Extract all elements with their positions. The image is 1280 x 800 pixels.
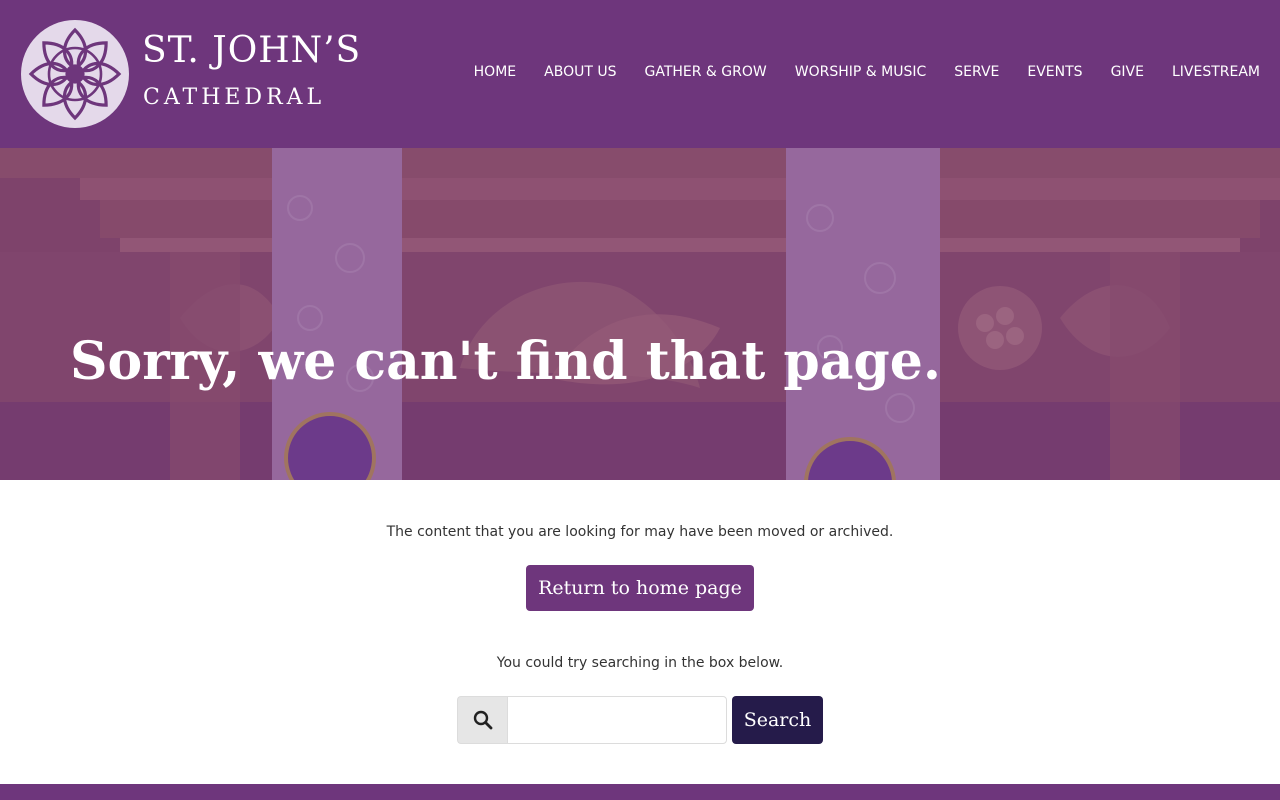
nav-item-serve[interactable]: SERVE — [954, 64, 999, 80]
site-logo[interactable]: ST. JOHN’S CATHEDRAL — [20, 19, 360, 129]
main-nav: HOME ABOUT US GATHER & GROW WORSHIP & MU… — [474, 64, 1260, 80]
nav-item-gather-grow[interactable]: GATHER & GROW — [644, 64, 766, 80]
footer-bar — [0, 784, 1280, 800]
nav-item-about-us[interactable]: ABOUT US — [544, 64, 616, 80]
magnifier-icon — [473, 710, 492, 730]
search-button[interactable]: Search — [732, 696, 823, 744]
site-name-line1: ST. JOHN’S — [142, 30, 362, 71]
rose-window-icon — [21, 20, 129, 128]
search-hint: You could try searching in the box below… — [496, 655, 784, 671]
nav-item-home[interactable]: HOME — [474, 64, 516, 80]
site-header: ST. JOHN’S CATHEDRAL HOME ABOUT US GATHE… — [0, 0, 1280, 148]
nav-item-events[interactable]: EVENTS — [1027, 64, 1082, 80]
search-icon-container — [457, 696, 507, 744]
nav-item-livestream[interactable]: LIVESTREAM — [1172, 64, 1260, 80]
page-title: Sorry, we can't find that page. — [70, 331, 941, 392]
not-found-message: The content that you are looking for may… — [386, 524, 894, 540]
hero-overlay — [0, 148, 1280, 480]
search-input[interactable] — [507, 696, 727, 744]
site-name-line2: CATHEDRAL — [143, 85, 326, 110]
return-home-button[interactable]: Return to home page — [526, 565, 754, 611]
hero-banner: Sorry, we can't find that page. — [0, 148, 1280, 480]
nav-item-worship-music[interactable]: WORSHIP & MUSIC — [795, 64, 927, 80]
nav-item-give[interactable]: GIVE — [1111, 64, 1144, 80]
not-found-content: The content that you are looking for may… — [0, 480, 1280, 784]
